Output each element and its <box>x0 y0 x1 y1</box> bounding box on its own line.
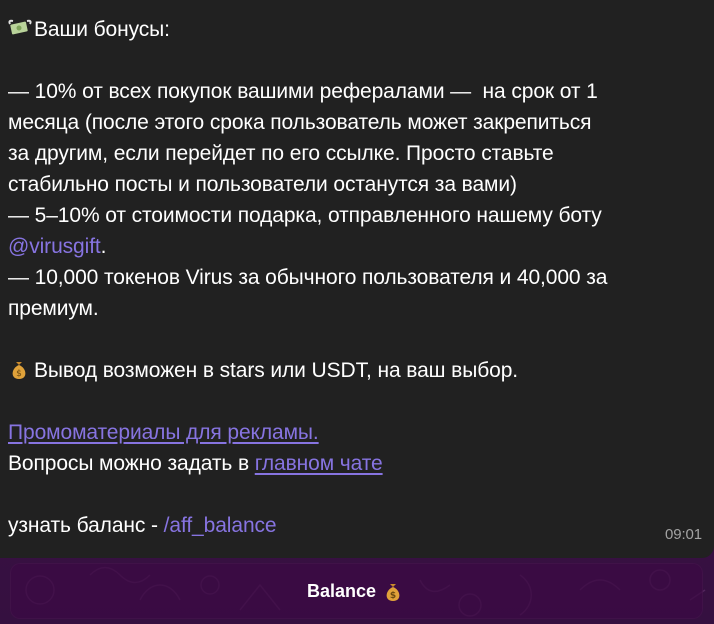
balance-button-label: Balance <box>306 580 377 601</box>
message-line: — 10% от всех покупок вашими рефералами … <box>8 80 598 103</box>
mention-line: @virusgift. <box>8 231 702 262</box>
main-chat-link[interactable]: главном чате <box>255 452 383 475</box>
svg-text:$: $ <box>16 369 22 379</box>
message-bubble: Ваши бонусы: — 10% от всех покупок вашим… <box>0 0 714 558</box>
message-line: премиум. <box>8 297 99 320</box>
bonus-header: Ваши бонусы: <box>34 18 170 41</box>
promo-materials-link[interactable]: Промоматериалы для рекламы. <box>8 421 319 444</box>
withdraw-text: Вывод возможен в stars или USDT, на ваш … <box>34 359 519 382</box>
mention-suffix: . <box>100 235 107 258</box>
aff-balance-command-link[interactable]: /aff_balance <box>164 514 277 537</box>
virusgift-mention-link[interactable]: @virusgift <box>8 235 101 258</box>
message-line: — 10,000 токенов Virus за обычного польз… <box>8 266 608 289</box>
svg-text:$: $ <box>390 591 396 601</box>
money-bag-icon: $ <box>386 584 400 601</box>
balance-prefix: узнать баланс - <box>8 514 164 537</box>
questions-prefix: Вопросы можно задать в <box>8 452 255 475</box>
message-line: месяца (после этого срока пользователь м… <box>8 111 592 134</box>
message-time: 09:01 <box>664 526 702 543</box>
money-bag-icon: $ <box>12 362 26 379</box>
balance-line: узнать баланс - /aff_balance <box>8 510 702 541</box>
balance-button[interactable]: Balance $ <box>10 563 703 619</box>
withdraw-line: $ Вывод возможен в stars или USDT, на ваш… <box>8 355 702 386</box>
message-line: за другим, если перейдет по его ссылке. … <box>8 142 554 165</box>
message-line: стабильно посты и пользователи останутся… <box>8 173 517 196</box>
bonus-header-line: Ваши бонусы: <box>8 14 702 45</box>
promo-line: Промоматериалы для рекламы. <box>8 417 702 448</box>
money-with-wings-icon <box>8 19 32 35</box>
message-line: — 5–10% от стоимости подарка, отправленн… <box>8 204 602 227</box>
questions-line: Вопросы можно задать в главном чате <box>8 448 702 479</box>
